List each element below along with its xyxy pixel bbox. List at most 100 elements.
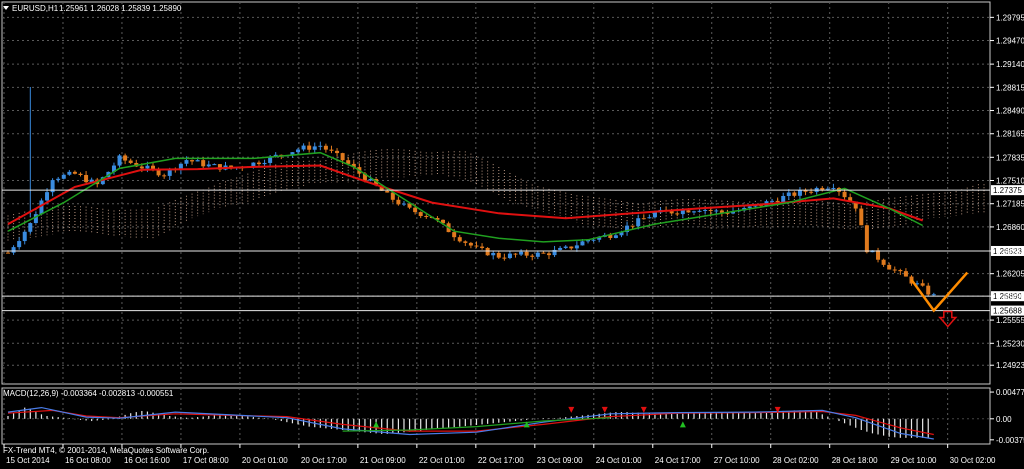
chart-window[interactable]: 1.27375 1.26523 1.25890 1.25688 1.29795 1.29…	[0, 0, 1024, 469]
candle-body	[139, 166, 144, 169]
candle-body	[385, 190, 390, 193]
candle-body	[480, 246, 485, 248]
candle-body	[775, 200, 780, 203]
candle-body	[206, 164, 211, 167]
candle-body	[463, 241, 468, 243]
price-tick-label: 1.25555	[996, 316, 1024, 325]
candle-body	[151, 165, 156, 169]
candle-body	[11, 247, 16, 253]
candle-body	[859, 208, 864, 226]
price-tick-label: 1.29470	[996, 37, 1024, 46]
time-label: 27 Oct 10:00	[714, 456, 760, 465]
candle-body	[212, 164, 217, 166]
price-tick-label: 1.28815	[996, 83, 1024, 92]
candle-body	[675, 213, 680, 215]
candle-body	[117, 155, 122, 166]
candle-body	[301, 145, 306, 150]
price-tick-label: 1.25890	[996, 292, 1024, 301]
candle-body	[563, 246, 568, 248]
chart-background	[0, 0, 1024, 469]
candle-body	[312, 146, 317, 150]
level-label: 1.25688	[993, 307, 1022, 316]
macd-label: MACD(12,26,9) -0.003364 -0.002813 -0.000…	[3, 389, 174, 398]
price-tick-label: 1.29795	[996, 13, 1024, 22]
price-tick-label: 1.25230	[996, 339, 1024, 348]
candle-body	[340, 153, 345, 161]
candle-body	[647, 217, 652, 219]
candle-body	[786, 192, 791, 196]
candle-body	[686, 210, 691, 213]
price-tick-label: 1.26523	[996, 247, 1024, 256]
candle-body	[418, 212, 423, 217]
candle-body	[691, 211, 696, 213]
candle-body	[474, 245, 479, 247]
candle-body	[580, 241, 585, 246]
candle-body	[831, 187, 836, 189]
macd-tick-label: 0.00	[996, 415, 1012, 424]
candle-body	[195, 160, 200, 162]
candle-body	[820, 187, 825, 190]
candle-body	[530, 255, 535, 257]
price-tick-label: 1.29140	[996, 60, 1024, 69]
candle-body	[535, 252, 540, 257]
candle-body	[256, 162, 261, 165]
candle-body	[809, 191, 814, 193]
candle-body	[903, 271, 908, 277]
candle-body	[781, 195, 786, 203]
candle-body	[61, 174, 66, 179]
candle-body	[84, 175, 89, 183]
time-label: 20 Oct 01:00	[242, 456, 288, 465]
candle-body	[335, 150, 340, 154]
macd-tick-label: 0.004775	[996, 388, 1024, 397]
candle-body	[145, 165, 150, 169]
time-label: 16 Oct 16:00	[124, 456, 170, 465]
time-label: 28 Oct 18:00	[832, 456, 878, 465]
price-tick-label: 1.26205	[996, 270, 1024, 279]
candle-body	[507, 253, 512, 259]
price-tick-label: 1.27510	[996, 177, 1024, 186]
copyright-text: FX-Trend MT4, © 2001-2014, MetaQuotes So…	[3, 446, 209, 455]
candle-body	[468, 242, 473, 246]
candle-body	[920, 283, 925, 286]
candle-body	[926, 285, 931, 295]
time-label: 28 Oct 02:00	[773, 456, 819, 465]
candle-body	[574, 245, 579, 249]
time-label: 23 Oct 09:00	[537, 456, 583, 465]
candle-body	[541, 252, 546, 254]
candle-body	[513, 253, 518, 255]
candle-body	[485, 247, 490, 256]
time-label: 24 Oct 17:00	[655, 456, 701, 465]
candle-body	[162, 175, 167, 177]
candle-body	[502, 257, 507, 259]
time-label: 15 Oct 2014	[6, 456, 50, 465]
candle-body	[396, 199, 401, 205]
chart-canvas[interactable]: 1.27375 1.26523 1.25890 1.25688 1.29795 1.29…	[0, 0, 1024, 469]
candle-body	[491, 252, 496, 256]
candle-body	[45, 192, 50, 201]
price-tick-label: 1.27185	[996, 200, 1024, 209]
candle-body	[680, 210, 685, 215]
candle-body	[323, 145, 328, 150]
candle-body	[881, 259, 886, 265]
candle-body	[22, 231, 27, 242]
candle-body	[636, 218, 641, 227]
price-tick-label: 1.26860	[996, 223, 1024, 232]
candle-body	[307, 145, 312, 150]
candle-body	[641, 218, 646, 220]
candle-body	[887, 264, 892, 270]
candle-body	[496, 252, 501, 258]
candle-body	[697, 210, 702, 212]
candle-body	[792, 192, 797, 196]
candle-body	[128, 160, 133, 163]
time-label: 24 Oct 01:00	[596, 456, 642, 465]
candle-body	[296, 149, 301, 153]
candle-body	[708, 209, 713, 211]
candle-body	[201, 160, 206, 167]
candle-body	[876, 250, 881, 260]
candle-body	[931, 294, 936, 296]
price-tick-label: 1.28165	[996, 130, 1024, 139]
time-label: 21 Oct 09:00	[360, 456, 406, 465]
candle-body	[546, 253, 551, 256]
ohlc-values: 1.25961 1.26028 1.25839 1.25890	[59, 4, 182, 13]
time-label: 22 Oct 01:00	[419, 456, 465, 465]
